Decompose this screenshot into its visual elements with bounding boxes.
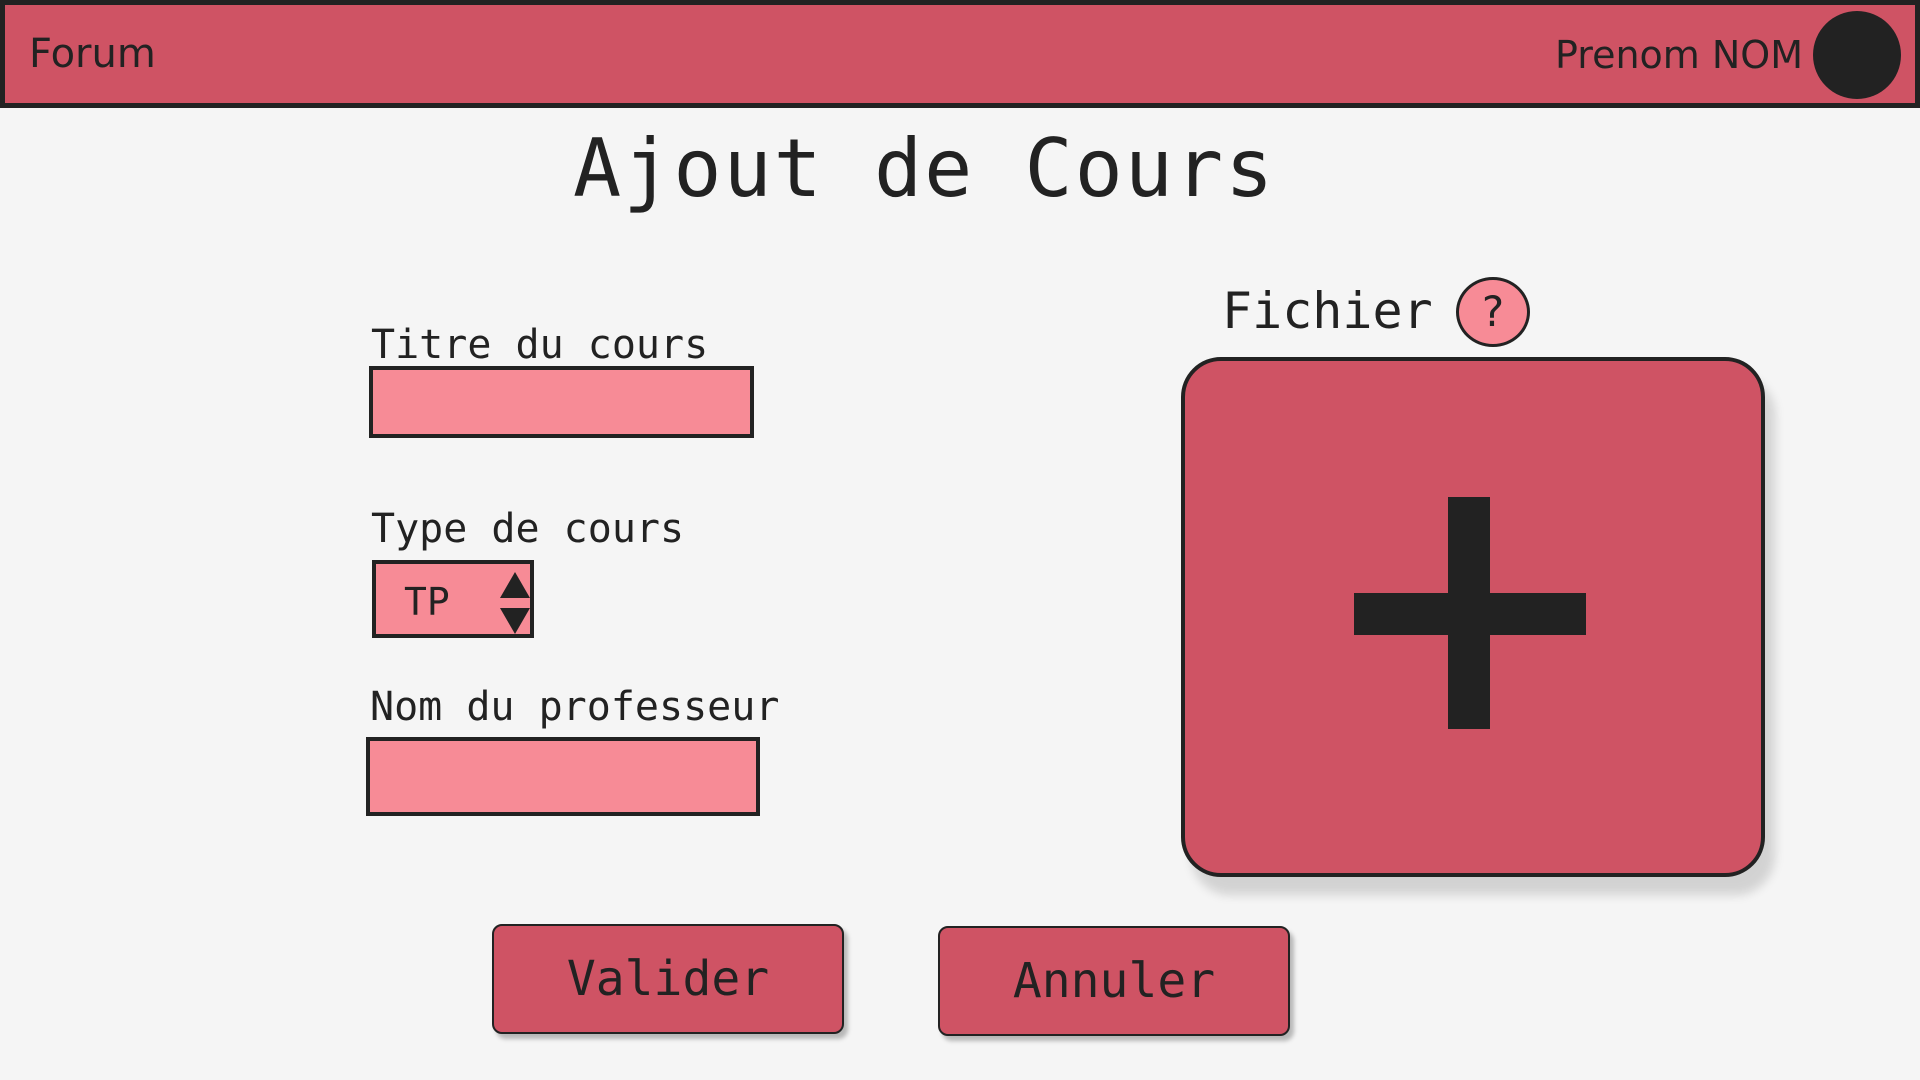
top-bar: Forum Prenom NOM: [0, 0, 1920, 108]
submit-button[interactable]: Valider: [492, 924, 844, 1034]
course-type-stepper[interactable]: TP: [372, 560, 534, 638]
professor-name-input[interactable]: [366, 737, 760, 816]
page-title: Ajout de Cours: [573, 122, 1276, 215]
course-title-input[interactable]: [369, 366, 754, 438]
avatar[interactable]: [1813, 11, 1901, 99]
cancel-button[interactable]: Annuler: [938, 926, 1290, 1036]
course-title-label: Titre du cours: [371, 322, 709, 368]
course-type-value: TP: [404, 580, 450, 624]
file-dropzone[interactable]: [1181, 357, 1765, 877]
file-label: Fichier: [1222, 282, 1433, 340]
help-icon[interactable]: ?: [1456, 277, 1530, 347]
user-name[interactable]: Prenom NOM: [1555, 33, 1803, 77]
app-name-link[interactable]: Forum: [29, 31, 156, 77]
stepper-down-icon[interactable]: [500, 608, 530, 634]
course-type-label: Type de cours: [371, 506, 685, 552]
professor-name-label: Nom du professeur: [370, 684, 780, 730]
stepper-up-icon[interactable]: [500, 572, 530, 598]
